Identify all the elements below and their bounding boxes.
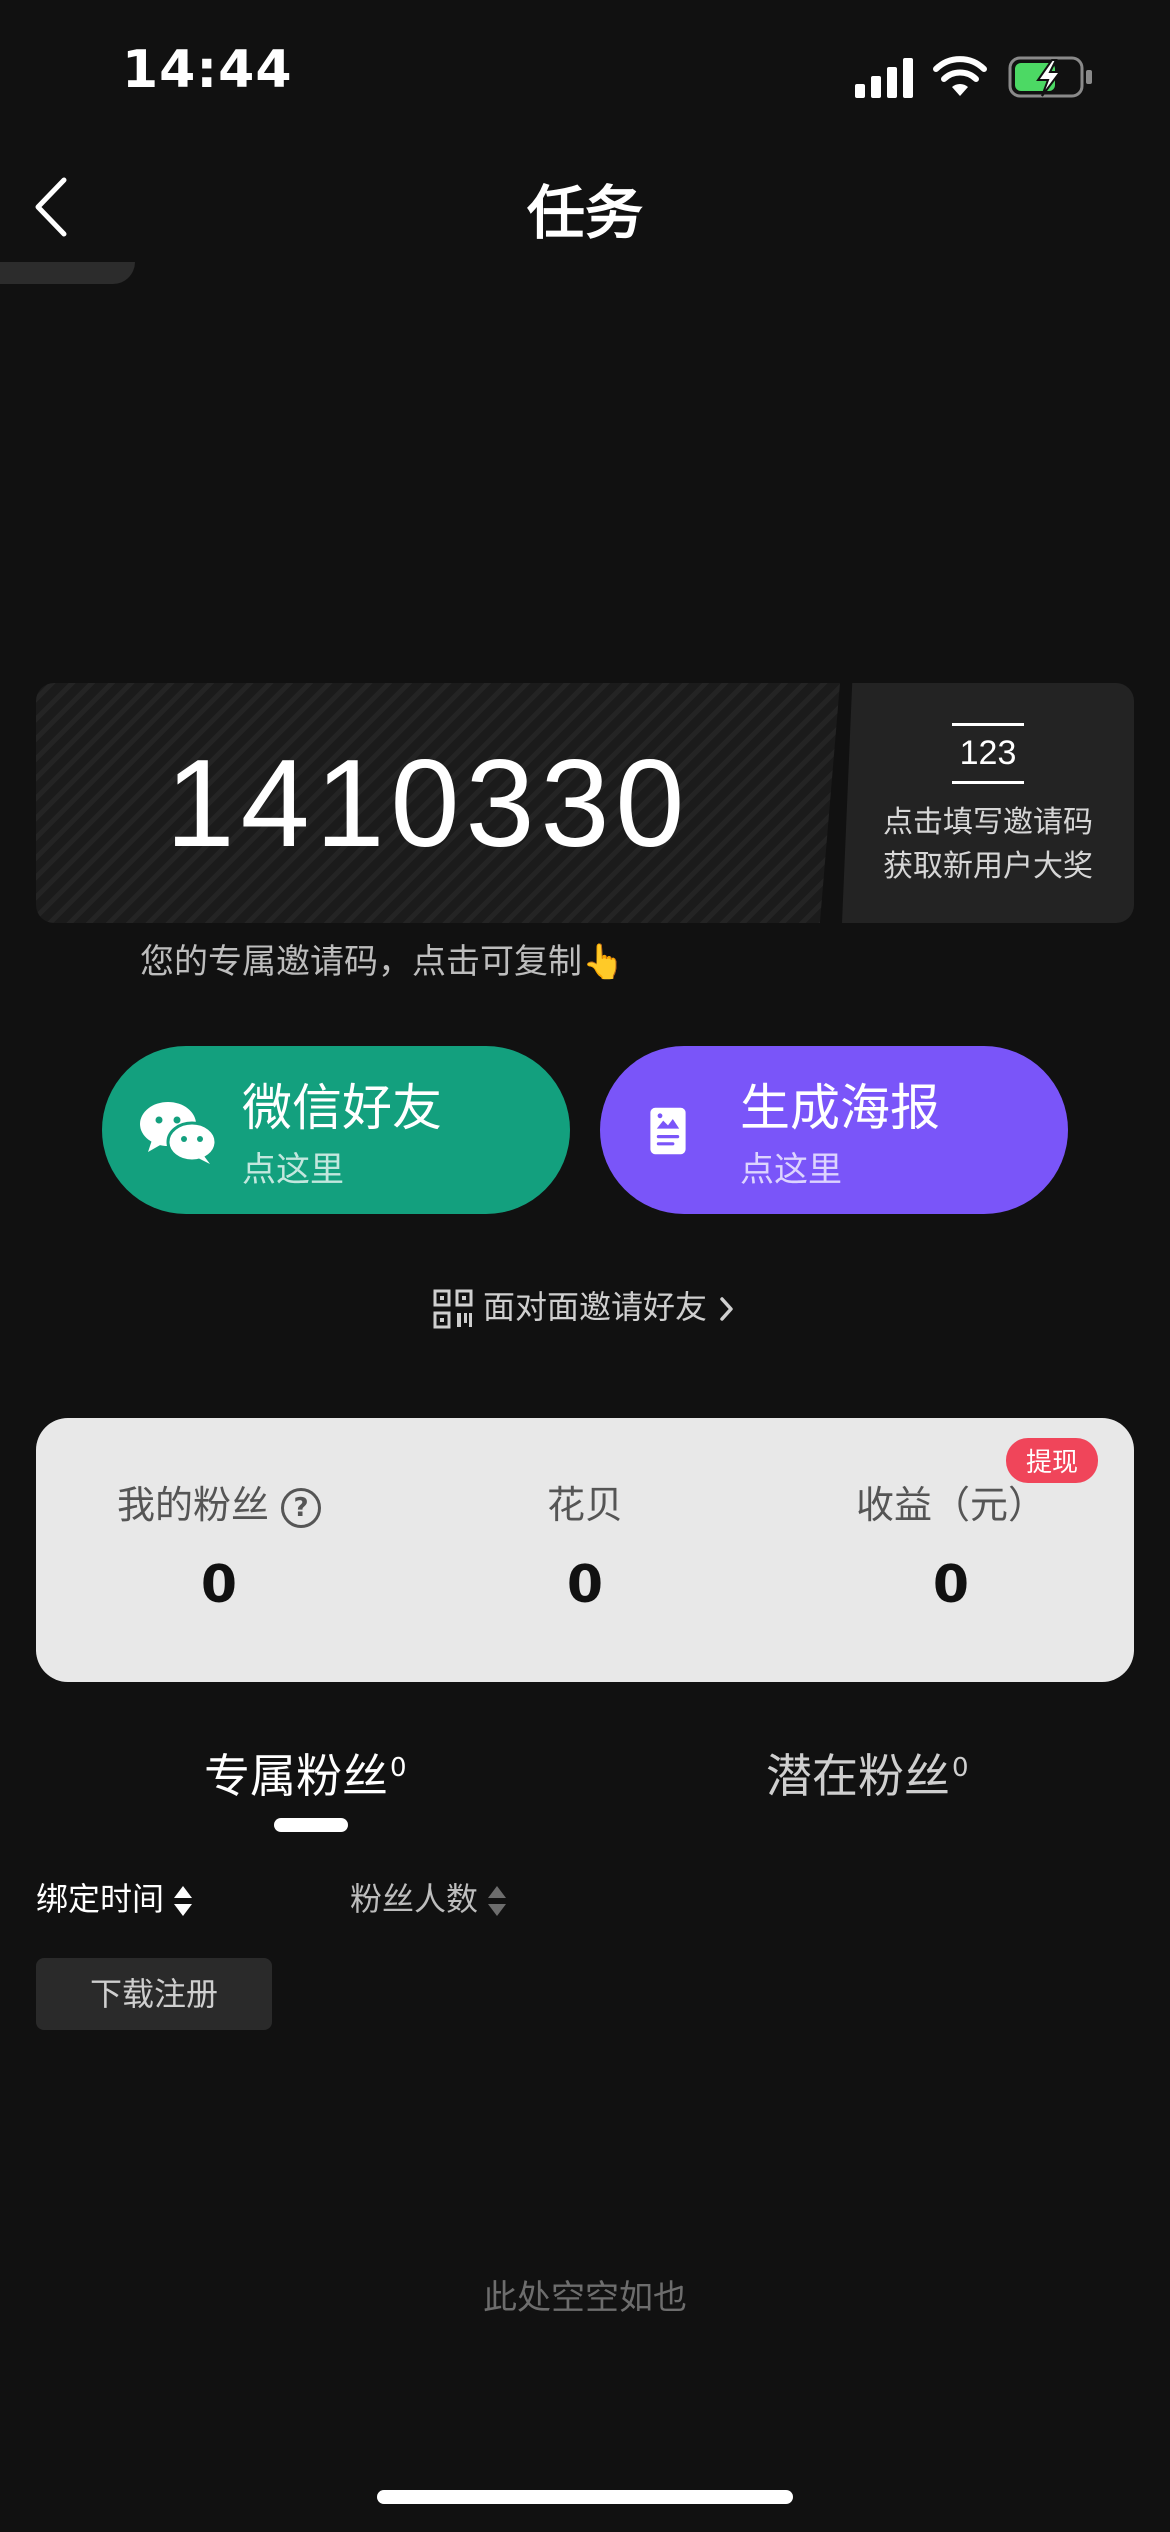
tab-exclusive-fans-count: 0 xyxy=(390,1752,407,1783)
stat-earnings[interactable]: 收益（元） 0 xyxy=(768,1474,1134,1615)
wechat-icon xyxy=(140,1102,218,1164)
sort-by-fan-count[interactable]: 粉丝人数 xyxy=(350,1874,508,1920)
generate-poster-button[interactable]: 生成海报 点这里 xyxy=(600,1046,1068,1214)
stats-panel: 提现 我的粉丝? 0 花贝 0 收益（元） 0 xyxy=(36,1418,1134,1682)
stat-my-fans-label: 我的粉丝 xyxy=(116,1483,269,1527)
download-register-filter[interactable]: 下载注册 xyxy=(36,1958,272,2030)
invite-code-hint: 您的专属邀请码，点击可复制👆 xyxy=(140,942,625,982)
invite-code[interactable]: 1410330 xyxy=(36,733,820,875)
stat-huabei[interactable]: 花贝 0 xyxy=(402,1474,768,1615)
wechat-friends-sub: 点这里 xyxy=(242,1150,344,1190)
qr-code-icon xyxy=(433,1289,473,1329)
enter-invite-code-text: 点击填写邀请码 获取新用户大奖 xyxy=(842,801,1134,889)
status-time: 14:44 xyxy=(122,40,293,100)
generate-poster-sub: 点这里 xyxy=(740,1150,842,1190)
empty-state-text: 此处空空如也 xyxy=(483,2278,687,2318)
stat-my-fans[interactable]: 我的粉丝? 0 xyxy=(36,1474,402,1615)
invite-code-card[interactable]: 1410330 xyxy=(36,683,840,923)
wifi-icon xyxy=(933,56,987,96)
wechat-friends-title: 微信好友 xyxy=(242,1079,442,1137)
cellular-signal-icon xyxy=(855,58,913,98)
page-title: 任务 xyxy=(526,179,643,247)
tab-exclusive-fans-label: 专属粉丝 xyxy=(204,1749,388,1803)
invite-code-input-icon: 123 xyxy=(952,723,1024,784)
face-to-face-invite-link[interactable]: 面对面邀请好友 xyxy=(0,1282,1170,1329)
sort-bind-time-label: 绑定时间 xyxy=(36,1880,165,1918)
stat-earnings-value: 0 xyxy=(932,1555,970,1615)
stat-huabei-label: 花贝 xyxy=(546,1483,623,1527)
tab-exclusive-fans[interactable]: 专属粉丝0 xyxy=(204,1740,407,1806)
nav-corner-shape xyxy=(0,262,135,284)
generate-poster-title: 生成海报 xyxy=(740,1079,940,1137)
battery-charging-icon xyxy=(1008,56,1092,98)
home-indicator[interactable] xyxy=(377,2490,793,2504)
enter-invite-code-card[interactable]: 123 点击填写邀请码 获取新用户大奖 xyxy=(842,683,1134,923)
face-to-face-invite-label: 面对面邀请好友 xyxy=(482,1288,707,1326)
tab-potential-fans-count: 0 xyxy=(952,1752,969,1783)
sort-by-bind-time[interactable]: 绑定时间 xyxy=(36,1874,194,1920)
active-tab-indicator xyxy=(274,1818,348,1832)
enter-invite-code-line2: 获取新用户大奖 xyxy=(883,849,1093,884)
sort-toggle-icon xyxy=(488,1886,507,1916)
stat-huabei-value: 0 xyxy=(566,1555,604,1615)
stat-earnings-label: 收益（元） xyxy=(855,1483,1046,1527)
sort-fan-count-label: 粉丝人数 xyxy=(350,1880,479,1918)
help-icon[interactable]: ? xyxy=(281,1487,321,1528)
sort-toggle-icon xyxy=(174,1886,193,1916)
tab-potential-fans[interactable]: 潜在粉丝0 xyxy=(766,1740,969,1806)
tab-potential-fans-label: 潜在粉丝 xyxy=(766,1749,950,1803)
wechat-friends-button[interactable]: 微信好友 点这里 xyxy=(102,1046,570,1214)
chevron-right-icon xyxy=(720,1297,733,1321)
poster-icon xyxy=(650,1107,686,1155)
enter-invite-code-line1: 点击填写邀请码 xyxy=(883,805,1093,840)
stat-my-fans-value: 0 xyxy=(200,1555,238,1615)
